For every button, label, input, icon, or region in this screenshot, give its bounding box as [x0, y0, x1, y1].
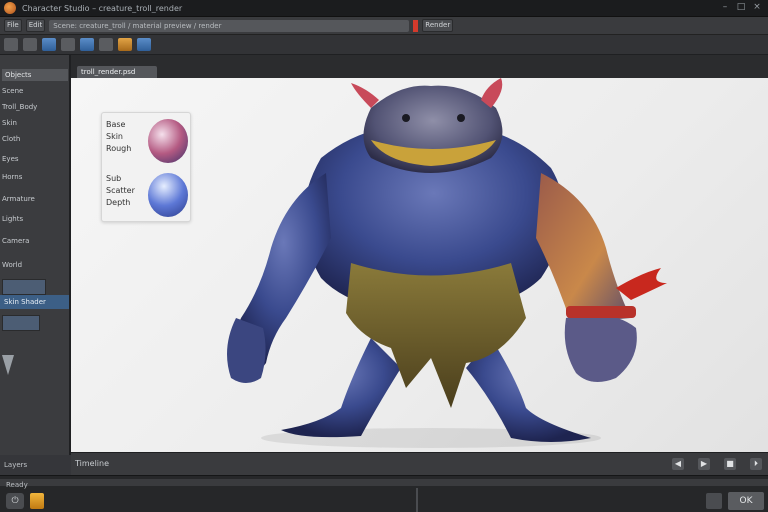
- tools-toolbar: [0, 35, 768, 55]
- outliner-item[interactable]: Eyes: [2, 155, 68, 165]
- blood-splash: [616, 268, 667, 300]
- outliner-item[interactable]: Skin: [2, 119, 68, 129]
- file-menu-button[interactable]: File: [4, 19, 22, 32]
- outliner-selected-item[interactable]: Skin Shader: [0, 295, 69, 309]
- status-bar: Ready ⏻ OK: [0, 475, 768, 512]
- layers-footer: Layers: [0, 455, 71, 475]
- select-icon[interactable]: [4, 38, 18, 51]
- right-eye: [457, 114, 465, 122]
- move-icon[interactable]: [23, 38, 37, 51]
- outliner-header: Objects: [2, 69, 68, 81]
- light-icon[interactable]: [99, 38, 113, 51]
- outliner-item[interactable]: World: [2, 261, 68, 271]
- next-frame-button[interactable]: ⏵: [750, 458, 762, 470]
- maximize-icon[interactable]: □: [736, 2, 746, 12]
- scene-path-field[interactable]: Scene: creature_troll / material preview…: [49, 19, 410, 32]
- right-hand: [564, 314, 637, 382]
- window-title: Character Studio – creature_troll_render: [22, 3, 183, 13]
- status-text: Ready: [6, 481, 28, 489]
- playback-controls: ◀ ▶ ■ ⏵: [672, 458, 762, 470]
- outliner-item[interactable]: Troll_Body: [2, 103, 68, 113]
- outliner-item[interactable]: Camera: [2, 237, 68, 247]
- render-mode-button[interactable]: Render: [422, 19, 454, 32]
- left-ear: [351, 83, 379, 108]
- viewport-canvas[interactable]: Base Skin Rough Sub Scatter Depth: [71, 78, 768, 452]
- ok-button[interactable]: OK: [728, 492, 764, 510]
- property-field[interactable]: [2, 315, 40, 331]
- console-icon[interactable]: ⏻: [6, 493, 24, 509]
- outliner-item[interactable]: Armature: [2, 195, 68, 205]
- timeline-label: Timeline: [75, 459, 110, 468]
- layers-label[interactable]: Layers: [4, 461, 27, 469]
- left-leg: [281, 338, 401, 438]
- play-button[interactable]: ▶: [698, 458, 710, 470]
- creature-render: [227, 78, 667, 448]
- right-arm: [536, 173, 631, 323]
- close-icon[interactable]: ×: [752, 2, 762, 12]
- outliner-panel: Objects Scene Troll_Body Skin Cloth Eyes…: [0, 55, 71, 455]
- left-hand: [227, 318, 266, 383]
- render-icon[interactable]: [137, 38, 151, 51]
- collapse-arrow-icon[interactable]: [2, 355, 14, 375]
- outliner-item[interactable]: Lights: [2, 215, 68, 225]
- folder-icon[interactable]: [30, 493, 44, 509]
- minimize-icon[interactable]: –: [720, 2, 730, 12]
- app-logo-icon: [4, 2, 16, 14]
- outliner-item[interactable]: Scene: [2, 87, 68, 97]
- rotate-icon[interactable]: [42, 38, 56, 51]
- material-icon[interactable]: [80, 38, 94, 51]
- camera-icon[interactable]: [118, 38, 132, 51]
- prev-frame-button[interactable]: ◀: [672, 458, 684, 470]
- window-controls: – □ ×: [720, 2, 762, 12]
- left-eye: [402, 114, 410, 122]
- wrist-band: [566, 306, 636, 318]
- document-tab[interactable]: troll_render.psd: [77, 66, 157, 78]
- outliner-item[interactable]: Cloth: [2, 135, 68, 145]
- stop-button[interactable]: ■: [724, 458, 736, 470]
- timeline-bar: Timeline ◀ ▶ ■ ⏵: [71, 452, 768, 475]
- settings-icon[interactable]: [706, 493, 722, 509]
- property-field[interactable]: [2, 279, 46, 295]
- main-toolbar: File Edit Scene: creature_troll / materi…: [0, 17, 768, 35]
- status-divider: [416, 488, 418, 512]
- edit-menu-button[interactable]: Edit: [25, 19, 46, 32]
- title-bar: Character Studio – creature_troll_render…: [0, 0, 768, 17]
- outliner-item[interactable]: Horns: [2, 173, 68, 183]
- status-strip: Ready: [0, 479, 768, 489]
- scale-icon[interactable]: [61, 38, 75, 51]
- record-indicator-icon: [413, 19, 419, 32]
